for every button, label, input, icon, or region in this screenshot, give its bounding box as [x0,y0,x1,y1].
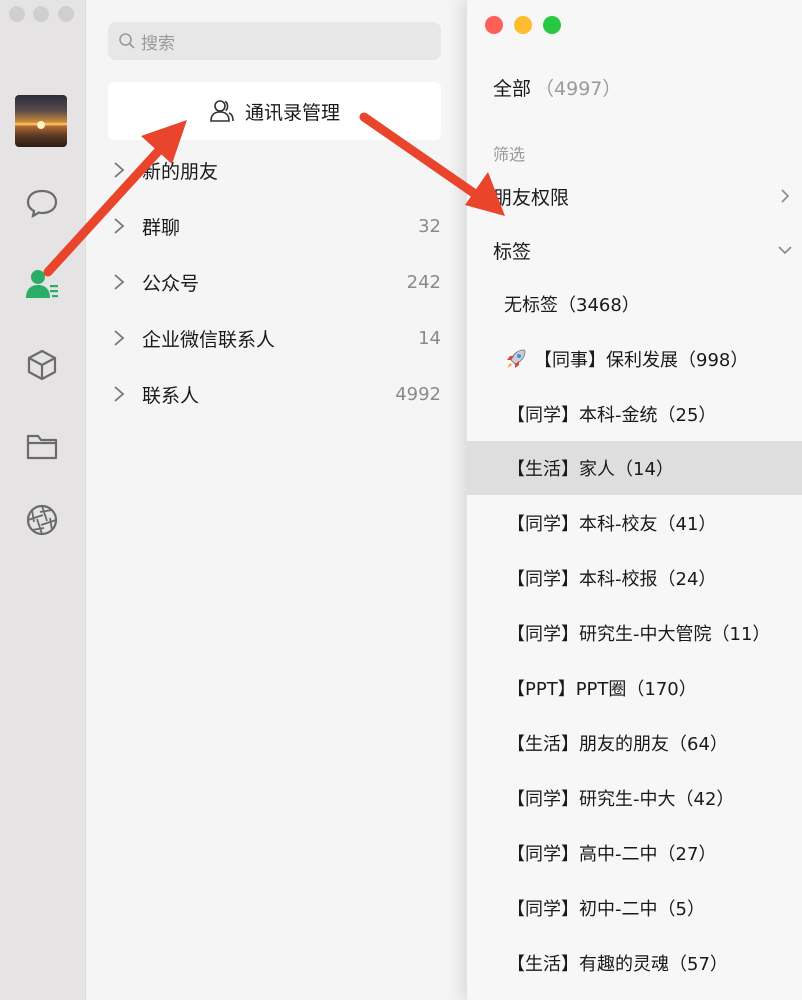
tag-item[interactable]: 【同学】高中-二中（27） [467,826,802,880]
minimize-button[interactable] [514,16,532,34]
group-count: 32 [418,215,441,237]
contacts-manager-window: 全部 （4997） 筛选 朋友权限 标签 无标签（3468） 【同事】保利发展（9… [466,0,802,1000]
rocket-icon [507,349,526,368]
group-new-friends[interactable]: 新的朋友 [108,150,441,190]
maximize-button[interactable] [543,16,561,34]
tag-item[interactable]: 【同学】初中-二中（5） [467,881,802,935]
chevron-right-icon [114,274,125,290]
chat-icon[interactable] [22,183,62,223]
search-icon [119,33,135,49]
group-wecom-contacts[interactable]: 企业微信联系人 14 [108,318,441,358]
moments-aperture-icon[interactable] [22,500,62,540]
tag-item[interactable]: 【PPT】PPT圈（170） [467,661,802,715]
contacts-panel: 搜索 通讯录管理 新的朋友 群聊 32 公众号 242 企业微信联系人 14 联… [87,0,465,1000]
tag-label: 【同学】本科-校友（41） [507,514,717,535]
group-count: 4992 [395,383,441,405]
filter-all-count: （4997） [535,78,622,100]
group-label: 新的朋友 [142,160,219,183]
tag-item[interactable]: 【同事】保利发展（998） [467,332,802,386]
tag-item[interactable]: 【生活】朋友的朋友（64） [467,716,802,770]
tag-item[interactable]: 【同学】研究生-中大管院（11） [467,606,802,660]
group-count: 14 [418,327,441,349]
tag-item[interactable]: 【同学】本科-校报（24） [467,551,802,605]
chevron-right-icon [114,218,125,234]
chevron-right-icon [781,189,790,203]
tag-label: 【同学】本科-校报（24） [507,569,717,590]
tag-label: 【同学】研究生-中大（42） [507,789,735,810]
tag-label: 【同学】本科-金统（25） [507,405,717,426]
tag-label: 【生活】有趣的灵魂（57） [507,954,728,975]
chevron-right-icon [114,330,125,346]
contacts-manage-label: 通讯录管理 [244,101,340,124]
tag-item[interactable]: 【生活】有趣的灵魂（57） [467,936,802,990]
group-label: 企业微信联系人 [142,328,276,351]
friend-permissions-label: 朋友权限 [493,186,570,209]
tag-item[interactable]: 【同学】本科-校友（41） [467,496,802,550]
tag-item[interactable]: 【同学】研究生-中大（42） [467,771,802,825]
close-button[interactable] [485,16,503,34]
contacts-icon[interactable] [22,264,62,304]
contacts-manage-icon [210,100,234,122]
window-close-dot[interactable] [9,6,25,22]
group-official-accounts[interactable]: 公众号 242 [108,262,441,302]
filter-all[interactable]: 全部 （4997） [493,74,621,101]
contacts-manage-button[interactable]: 通讯录管理 [108,82,441,140]
tag-label: 【同学】初中-二中（5） [507,899,705,920]
tag-label: 【同事】保利发展（998） [534,350,749,371]
sidebar-rail [0,0,86,1000]
tag-item[interactable]: 无标签（3468） [467,277,802,331]
chevron-right-icon [114,162,125,178]
group-label: 群聊 [142,216,181,239]
window-minimize-dot[interactable] [33,6,49,22]
chevron-right-icon [114,386,125,402]
tag-item-selected[interactable]: 【生活】家人（14） [467,441,802,495]
search-placeholder: 搜索 [141,33,175,54]
chevron-down-icon [778,246,792,255]
tag-label: 【同学】研究生-中大管院（11） [507,624,771,645]
group-label: 公众号 [142,272,200,295]
group-count: 242 [406,271,441,293]
tag-label: 【生活】朋友的朋友（64） [507,734,728,755]
group-group-chats[interactable]: 群聊 32 [108,206,441,246]
avatar[interactable] [15,95,67,147]
window-maximize-dot[interactable] [58,6,74,22]
tag-item[interactable]: 【同学】本科-金统（25） [467,387,802,441]
search-input[interactable]: 搜索 [108,22,441,60]
miniprogram-cube-icon[interactable] [22,345,62,385]
tag-label: 【同学】高中-二中（27） [507,844,717,865]
group-contacts[interactable]: 联系人 4992 [108,374,441,414]
filter-all-label: 全部 [493,78,532,100]
filter-heading: 筛选 [493,145,526,164]
tags-row[interactable]: 标签 [493,232,793,268]
folder-icon[interactable] [22,426,62,466]
tags-label: 标签 [493,240,532,263]
group-label: 联系人 [142,384,200,407]
tag-label: 【PPT】PPT圈（170） [507,679,697,700]
friend-permissions-row[interactable]: 朋友权限 [493,178,793,214]
tag-label: 【生活】家人（14） [507,459,674,480]
tag-label: 无标签（3468） [504,295,640,316]
